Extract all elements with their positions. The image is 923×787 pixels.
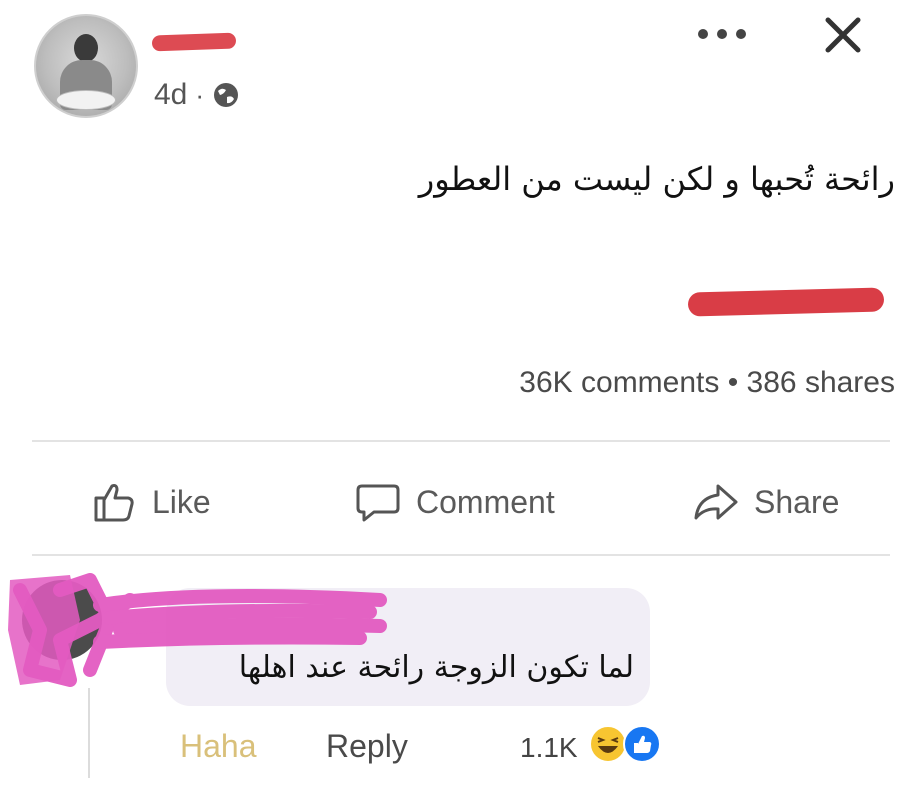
post-text: رائحة تُحبها و لكن ليست من العطور — [418, 160, 895, 198]
share-label: Share — [754, 483, 840, 520]
comment-button[interactable]: Comment — [354, 478, 555, 526]
comment-icon — [356, 484, 400, 522]
redacted-link — [687, 287, 885, 317]
redacted-author-name — [151, 32, 237, 52]
post-time[interactable]: 4d — [154, 78, 187, 112]
like-label: Like — [152, 483, 211, 520]
comment-label: Comment — [416, 483, 555, 520]
globe-icon — [214, 83, 239, 107]
like-button[interactable]: Like — [90, 478, 211, 526]
divider-top — [32, 440, 890, 442]
share-icon — [694, 484, 738, 520]
like-reaction-icon — [623, 725, 661, 763]
avatar-head — [74, 34, 98, 62]
meta-separator: · — [195, 79, 205, 110]
close-icon[interactable] — [822, 14, 864, 56]
reply-button[interactable]: Reply — [326, 728, 408, 765]
share-button[interactable]: Share — [692, 478, 839, 526]
thread-line — [88, 688, 90, 778]
avatar-plate — [56, 90, 116, 110]
post-stats[interactable]: 36K comments • 386 shares — [519, 366, 895, 400]
reaction-count[interactable]: 1.1K — [520, 732, 578, 764]
comment-text: لما تكون الزوجة رائحة عند اهلها — [238, 650, 634, 685]
like-icon — [94, 484, 134, 522]
profile-avatar[interactable] — [34, 14, 138, 118]
post-meta: 4d · — [154, 78, 240, 112]
haha-reaction-label[interactable]: Haha — [180, 728, 257, 765]
more-icon[interactable] — [695, 26, 749, 42]
divider-bottom — [32, 554, 890, 556]
